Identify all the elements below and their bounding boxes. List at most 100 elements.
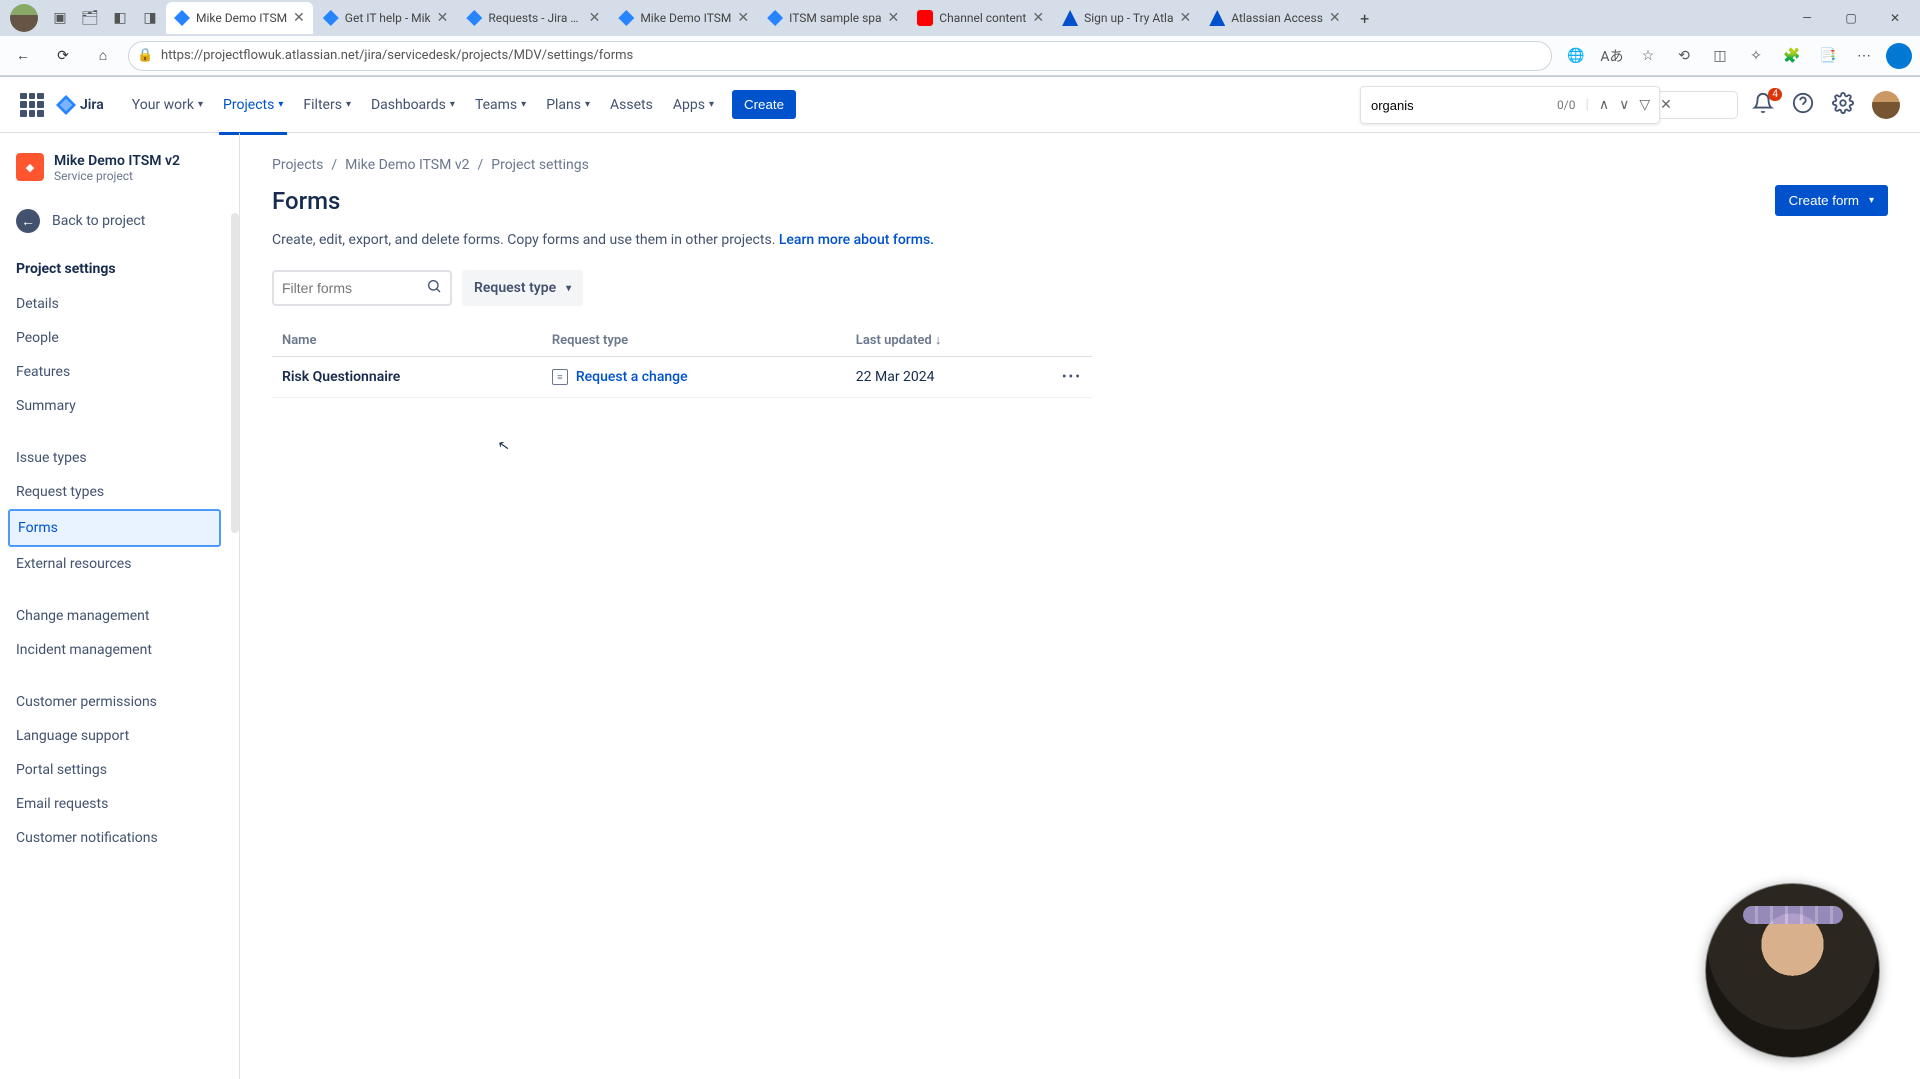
sidebar-scrollbar[interactable] [231,213,239,533]
jira-logo[interactable]: Jira [56,95,104,115]
sidebar-item-issue-types[interactable]: Issue types [8,441,221,475]
copilot-icon[interactable] [1886,43,1912,69]
create-button[interactable]: Create [732,90,796,119]
find-filter-icon[interactable]: ▽ [1639,97,1650,113]
nav-item-your-work[interactable]: Your work▾ [124,91,211,119]
favorite-icon[interactable]: ☆ [1634,42,1662,70]
user-avatar[interactable] [1872,91,1900,119]
workspaces-icon[interactable]: ▣ [46,4,74,32]
tab-close-icon[interactable]: ✕ [1180,10,1192,26]
nav-item-plans[interactable]: Plans▾ [538,91,598,119]
chevron-down-icon: ▾ [566,283,571,294]
nav-refresh-button[interactable]: ⟳ [48,41,78,71]
tab-close-icon[interactable]: ✕ [589,10,601,26]
nav-item-apps[interactable]: Apps▾ [665,91,722,119]
breadcrumb-item[interactable]: Project settings [491,157,589,173]
table-header[interactable]: Request type [542,324,846,357]
read-aloud-icon[interactable]: Aあ [1598,42,1626,70]
back-to-project-link[interactable]: ← Back to project [8,199,239,243]
tab-favicon [917,10,933,26]
notifications-icon[interactable]: 4 [1752,92,1778,118]
form-name-cell[interactable]: Risk Questionnaire [272,357,542,398]
sidebar-item-external-resources[interactable]: External resources [8,547,221,581]
sidebar-item-portal-settings[interactable]: Portal settings [8,753,221,787]
sidebar-item-language-support[interactable]: Language support [8,719,221,753]
favorites-bar-icon[interactable]: ✧ [1742,42,1770,70]
sidebar-item-customer-permissions[interactable]: Customer permissions [8,685,221,719]
translate-icon[interactable]: 🌐 [1562,42,1590,70]
window-close[interactable]: ✕ [1874,2,1916,34]
sync-icon[interactable]: ⟲ [1670,42,1698,70]
tab-close-icon[interactable]: ✕ [437,10,449,26]
collections-icon[interactable]: ◧ [106,4,134,32]
find-next-icon[interactable]: ∨ [1619,97,1629,113]
filter-forms-input[interactable] [282,280,412,296]
table-row[interactable]: Risk Questionnaire ≡ Request a change 22… [272,357,1092,398]
find-count: 0/0 [1557,98,1575,112]
browser-tab[interactable]: Mike Demo ITSM ✕ [610,2,757,34]
sidebar-item-features[interactable]: Features [8,355,221,389]
table-header[interactable]: Name [272,324,542,357]
find-close-icon[interactable]: ✕ [1660,97,1672,113]
nav-item-assets[interactable]: Assets [602,91,661,119]
sidebar-item-request-types[interactable]: Request types [8,475,221,509]
sidebar-item-people[interactable]: People [8,321,221,355]
nav-label: Apps [673,97,705,113]
search-icon[interactable] [426,278,442,298]
chevron-down-icon: ▾ [1869,195,1874,206]
breadcrumb-item[interactable]: Mike Demo ITSM v2 [345,157,469,173]
tab-close-icon[interactable]: ✕ [1032,10,1044,26]
request-type-filter-button[interactable]: Request type ▾ [462,270,583,306]
settings-icon[interactable] [1832,92,1858,118]
row-more-actions-icon[interactable]: ••• [1052,357,1092,398]
help-icon[interactable] [1792,92,1818,118]
nav-label: Dashboards [371,97,446,113]
browser-tab[interactable]: Atlassian Access ✕ [1201,2,1348,34]
nav-item-dashboards[interactable]: Dashboards▾ [363,91,463,119]
sidebar-item-forms[interactable]: Forms [8,509,221,547]
table-header[interactable]: Last updated ↓ [846,324,1052,357]
nav-item-filters[interactable]: Filters▾ [295,91,359,119]
browser-tab[interactable]: ITSM sample spa ✕ [759,2,907,34]
tab-close-icon[interactable]: ✕ [888,10,900,26]
nav-home-button[interactable]: ⌂ [88,41,118,71]
new-tab-button[interactable]: + [1351,4,1379,32]
nav-back-button[interactable]: ← [8,41,38,71]
sidebar-item-summary[interactable]: Summary [8,389,221,423]
create-form-button[interactable]: Create form ▾ [1775,185,1888,216]
browser-tab[interactable]: Get IT help - Mik ✕ [315,2,457,34]
browser-tab[interactable]: Channel content ✕ [909,2,1052,34]
nav-item-teams[interactable]: Teams▾ [467,91,534,119]
chevron-down-icon: ▾ [521,99,526,110]
browser-tab[interactable]: Sign up - Try Atla ✕ [1054,2,1199,34]
browser-tab[interactable]: Mike Demo ITSM ✕ [166,2,313,34]
sidebar-item-incident-management[interactable]: Incident management [8,633,221,667]
tab-close-icon[interactable]: ✕ [1329,10,1341,26]
sidebar-item-customer-notifications[interactable]: Customer notifications [8,821,221,855]
learn-more-link[interactable]: Learn more about forms. [779,232,934,248]
tab-title: Get IT help - Mik [345,11,431,25]
tab-actions-icon[interactable]: 🗂 [76,4,104,32]
url-input[interactable]: 🔒 https://projectflowuk.atlassian.net/ji… [128,41,1552,71]
sidebar-item-details[interactable]: Details [8,287,221,321]
sidebar-item-email-requests[interactable]: Email requests [8,787,221,821]
extensions-icon[interactable]: 🧩 [1778,42,1806,70]
tab-close-icon[interactable]: ✕ [293,10,305,26]
collections2-icon[interactable]: 📑 [1814,42,1842,70]
more-icon[interactable]: ⋯ [1850,42,1878,70]
request-type-link[interactable]: Request a change [576,369,688,385]
browser-tab[interactable]: Requests - Jira Se ✕ [458,2,608,34]
split-icon[interactable]: ◫ [1706,42,1734,70]
find-input[interactable] [1371,98,1547,113]
tab-close-icon[interactable]: ✕ [737,10,749,26]
window-minimize[interactable]: — [1786,2,1828,34]
vertical-tabs-icon[interactable]: ◨ [136,4,164,32]
sidebar-item-change-management[interactable]: Change management [8,599,221,633]
browser-profile-avatar[interactable] [10,4,38,32]
breadcrumb-item[interactable]: Projects [272,157,323,173]
find-prev-icon[interactable]: ∧ [1599,97,1609,113]
app-switcher-icon[interactable] [20,93,44,117]
nav-item-projects[interactable]: Projects▾ [215,91,291,119]
tab-title: Mike Demo ITSM [196,11,287,25]
window-maximize[interactable]: ▢ [1830,2,1872,34]
